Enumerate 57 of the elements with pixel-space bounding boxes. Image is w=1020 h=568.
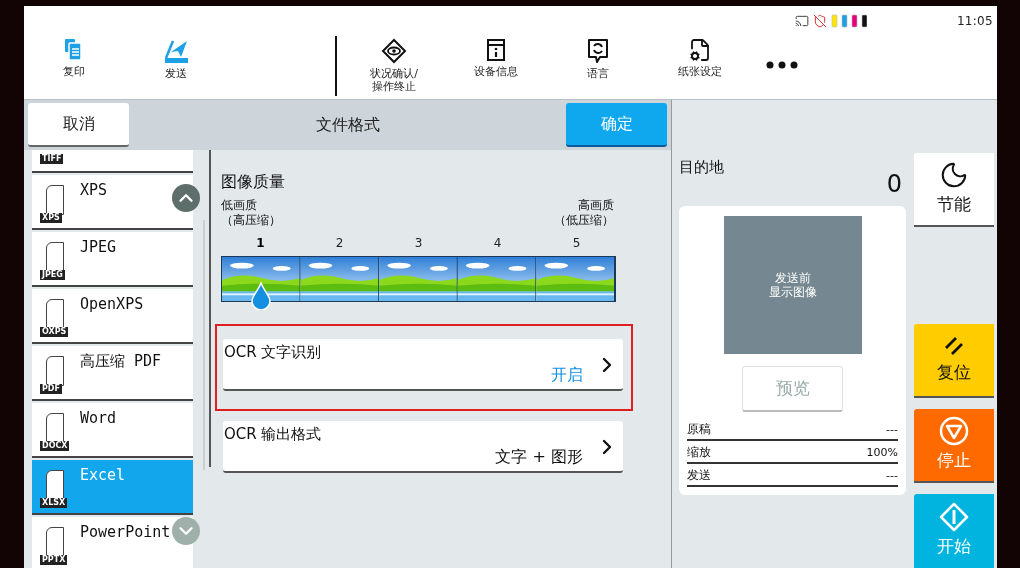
- info-label: 发送: [687, 467, 711, 484]
- toner-levels-icon: [830, 14, 867, 28]
- paper-plane-icon: [163, 38, 189, 64]
- info-value: 100%: [866, 444, 898, 461]
- shield-off-icon: [812, 14, 827, 28]
- cancel-button[interactable]: 取消: [28, 103, 129, 147]
- preview-placeholder-text: 发送前: [774, 271, 811, 285]
- toolbar-button[interactable]: 语言: [561, 38, 635, 99]
- destination-count: 0: [886, 169, 902, 200]
- file-format-item[interactable]: PPTX PowerPoint: [32, 517, 193, 568]
- file-format-item[interactable]: XLSX Excel: [32, 460, 193, 515]
- side-button[interactable]: 节能: [914, 153, 994, 227]
- eye-icon: [381, 38, 407, 64]
- setting-row[interactable]: OCR 输出格式 文字 + 图形: [223, 421, 623, 473]
- scroll-up-button[interactable]: [172, 184, 200, 212]
- dialog-title: 文件格式: [315, 114, 380, 136]
- preview-placeholder-text: 显示图像: [768, 285, 817, 299]
- cast-icon: [794, 14, 809, 28]
- start-icon: [939, 502, 969, 533]
- file-format-item[interactable]: TIFF: [32, 150, 193, 173]
- quality-step[interactable]: 5: [537, 234, 616, 252]
- speech-bubble-icon: [586, 38, 610, 64]
- more-icon[interactable]: [765, 60, 799, 70]
- setting-row[interactable]: OCR 文字识别 开启: [223, 339, 623, 391]
- section-title: 图像质量: [221, 171, 286, 193]
- info-value: ---: [886, 467, 898, 484]
- file-format-item[interactable]: XPS XPS: [32, 175, 193, 230]
- low-quality-note: （高压缩）: [221, 213, 281, 228]
- clock-time: 11:05: [956, 13, 993, 30]
- document-gear-icon: [688, 38, 712, 62]
- stop-icon: [939, 416, 969, 447]
- high-quality-note: （低压缩）: [554, 213, 614, 228]
- destination-label: 目的地: [679, 157, 724, 178]
- low-quality-label: 低画质: [221, 198, 257, 213]
- info-label: 缩放: [687, 444, 711, 461]
- info-label: 原稿: [687, 421, 711, 438]
- quality-step[interactable]: 2: [300, 234, 379, 252]
- app-shortcut-button[interactable]: 发送: [146, 38, 206, 99]
- info-value: ---: [886, 421, 898, 438]
- file-format-item[interactable]: JPEG JPEG: [32, 232, 193, 287]
- quality-step[interactable]: 4: [458, 234, 537, 252]
- toolbar-button[interactable]: 纸张设定: [663, 38, 737, 99]
- toolbar-button[interactable]: 状况确认/ 操作终止: [357, 38, 431, 99]
- file-format-item[interactable]: DOCX Word: [32, 403, 193, 458]
- side-button[interactable]: 复位: [914, 324, 994, 398]
- file-format-item[interactable]: PDF 高压缩 PDF: [32, 346, 193, 401]
- slider-thumb[interactable]: [251, 282, 271, 310]
- toolbar-button[interactable]: 设备信息: [459, 38, 533, 99]
- setting-value: 文字 + 图形: [495, 446, 583, 468]
- quality-slider[interactable]: [221, 256, 616, 312]
- file-format-item[interactable]: OXPS OpenXPS: [32, 289, 193, 344]
- high-quality-label: 高画质: [578, 198, 614, 213]
- app-shortcut-button[interactable]: 复印: [44, 38, 104, 99]
- setting-value: 开启: [551, 364, 583, 386]
- quality-step[interactable]: 1: [221, 234, 300, 252]
- info-document-icon: [486, 38, 506, 62]
- quality-step[interactable]: 3: [379, 234, 458, 252]
